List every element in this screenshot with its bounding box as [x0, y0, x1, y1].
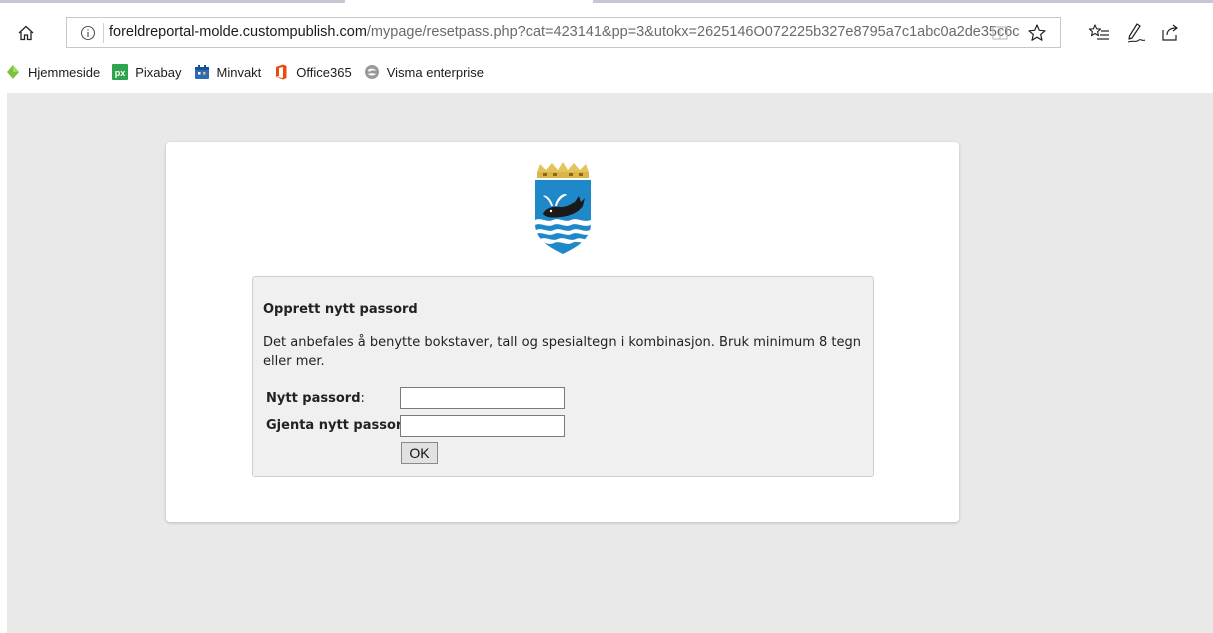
favorite-pixabay[interactable]: px Pixabay	[112, 64, 182, 80]
url-path: /mypage/resetpass.php?cat=423141&pp=3&ut…	[366, 24, 1020, 40]
favorites-bar: Hjemmeside px Pixabay Minvakt Office365 …	[0, 60, 1213, 84]
address-separator	[103, 23, 104, 43]
address-bar[interactable]: foreldreportal-molde.custompublish.com/m…	[66, 17, 1061, 48]
favorite-office365[interactable]: Office365	[273, 64, 352, 80]
minvakt-icon	[194, 64, 210, 80]
tab-strip-right	[593, 0, 1213, 3]
coat-of-arms-icon	[535, 162, 591, 254]
form-description: Det anbefales å benytte bokstaver, tall …	[263, 335, 862, 369]
visma-icon	[364, 64, 380, 80]
pen-icon	[1127, 23, 1146, 43]
favorite-label: Office365	[296, 64, 352, 80]
home-button[interactable]	[14, 21, 38, 45]
pixabay-icon: px	[112, 64, 129, 80]
favorite-label: Pixabay	[135, 64, 182, 80]
favorite-label: Minvakt	[216, 64, 262, 80]
favorite-hjemmeside[interactable]: Hjemmeside	[5, 64, 100, 80]
tab-strip	[0, 0, 1213, 6]
repeat-password-label: Gjenta nytt passord:	[266, 418, 416, 433]
favorite-label: Visma enterprise	[386, 64, 485, 80]
page-background: Opprett nytt passord Det anbefales å ben…	[7, 93, 1213, 633]
home-icon	[18, 25, 34, 41]
share-icon	[1162, 24, 1178, 41]
favorites-list-icon	[1088, 24, 1109, 40]
new-password-input[interactable]	[400, 387, 565, 409]
repeat-password-label-text: Gjenta nytt passord	[266, 418, 412, 433]
ok-button[interactable]: OK	[401, 442, 438, 464]
info-icon[interactable]	[80, 25, 96, 41]
favorite-star-icon[interactable]	[1027, 23, 1047, 43]
reset-password-form: Opprett nytt passord Det anbefales å ben…	[252, 276, 874, 477]
favorite-minvakt[interactable]: Minvakt	[194, 64, 262, 80]
form-title: Opprett nytt passord	[263, 302, 418, 317]
diamond-icon	[5, 64, 21, 80]
repeat-password-input[interactable]	[400, 415, 565, 437]
url-host: foreldreportal-molde.custompublish.com	[109, 24, 367, 40]
reading-view-icon[interactable]	[992, 26, 1008, 40]
active-tab-indicator[interactable]	[345, 0, 593, 6]
url-text[interactable]: foreldreportal-molde.custompublish.com/m…	[109, 24, 1020, 40]
office-icon	[273, 64, 289, 80]
new-password-label: Nytt passord:	[266, 391, 365, 406]
share-button[interactable]	[1157, 20, 1183, 46]
svg-text:px: px	[115, 68, 126, 78]
content-card: Opprett nytt passord Det anbefales å ben…	[166, 142, 959, 522]
favorite-label: Hjemmeside	[28, 64, 101, 80]
new-password-label-text: Nytt passord	[266, 391, 361, 406]
web-note-button[interactable]	[1123, 20, 1149, 46]
tab-strip-left	[0, 0, 345, 3]
label-colon: :	[360, 391, 365, 406]
favorite-visma[interactable]: Visma enterprise	[364, 64, 484, 80]
favorites-hub-button[interactable]	[1086, 20, 1112, 46]
browser-chrome: foreldreportal-molde.custompublish.com/m…	[0, 0, 1213, 93]
